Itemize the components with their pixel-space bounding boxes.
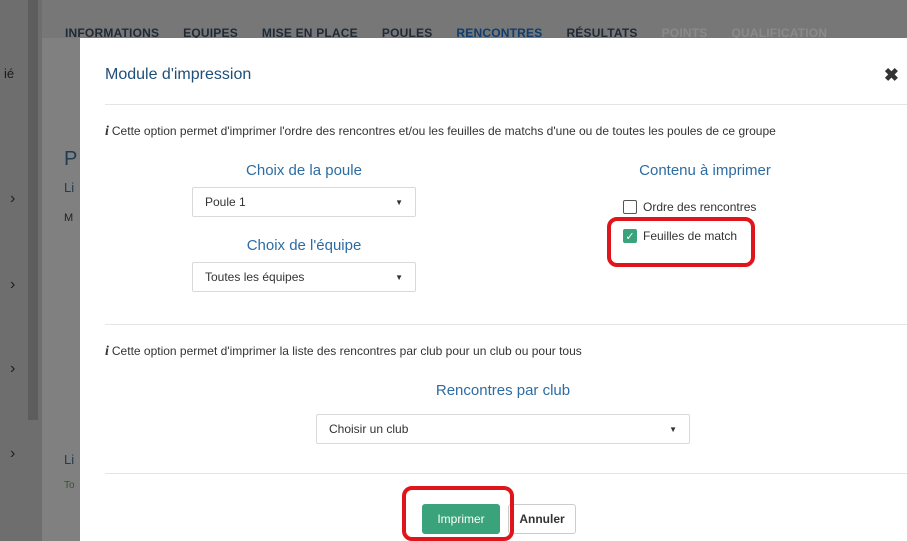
print-modal: Module d'impression ✖ i Cette option perm… bbox=[80, 38, 907, 541]
divider bbox=[105, 473, 907, 474]
background-text-partial: To bbox=[64, 480, 75, 491]
info-icon: i bbox=[105, 124, 109, 139]
chevron-right-icon[interactable]: › bbox=[10, 276, 15, 294]
chevron-right-icon[interactable]: › bbox=[10, 445, 15, 463]
divider bbox=[105, 104, 907, 105]
caret-down-icon: ▼ bbox=[395, 197, 403, 207]
background-text-partial: Li bbox=[64, 452, 75, 467]
info-text: Cette option permet d'imprimer la liste … bbox=[111, 344, 582, 358]
equipe-select-value: Toutes les équipes bbox=[205, 270, 305, 284]
close-icon[interactable]: ✖ bbox=[884, 65, 899, 86]
option-order-label[interactable]: Ordre des rencontres bbox=[643, 200, 756, 214]
poule-heading: Choix de la poule bbox=[246, 162, 362, 179]
club-select[interactable]: Choisir un club ▼ bbox=[316, 414, 690, 444]
equipe-heading: Choix de l'équipe bbox=[246, 237, 362, 254]
club-select-placeholder: Choisir un club bbox=[329, 422, 409, 436]
club-heading: Rencontres par club bbox=[435, 382, 571, 399]
caret-down-icon: ▼ bbox=[395, 272, 403, 282]
info-icon: i bbox=[105, 344, 109, 359]
chevron-right-icon[interactable]: › bbox=[10, 360, 15, 378]
cancel-button[interactable]: Annuler bbox=[508, 504, 576, 534]
background-text-partial: Li bbox=[64, 180, 75, 195]
poule-select[interactable]: Poule 1 ▼ bbox=[192, 187, 416, 217]
caret-down-icon: ▼ bbox=[669, 424, 677, 434]
background-scrollbar[interactable] bbox=[28, 0, 38, 420]
modal-title: Module d'impression bbox=[105, 66, 252, 83]
background-text-partial: M bbox=[64, 212, 74, 224]
option-order-row[interactable]: Ordre des rencontres bbox=[623, 200, 756, 214]
background-heading-partial: P bbox=[64, 148, 78, 170]
divider bbox=[105, 324, 907, 325]
poule-select-value: Poule 1 bbox=[205, 195, 246, 209]
info-line-clubs: i Cette option permet d'imprimer la liste… bbox=[105, 344, 582, 360]
highlight-box bbox=[402, 486, 514, 541]
info-line-groups: i Cette option permet d'imprimer l'ordre … bbox=[105, 124, 776, 140]
chevron-right-icon[interactable]: › bbox=[10, 190, 15, 208]
equipe-select[interactable]: Toutes les équipes ▼ bbox=[192, 262, 416, 292]
content-heading: Contenu à imprimer bbox=[639, 162, 771, 179]
highlight-box bbox=[607, 217, 755, 267]
order-checkbox[interactable] bbox=[623, 200, 637, 214]
info-text: Cette option permet d'imprimer l'ordre d… bbox=[111, 124, 776, 138]
sidebar-partial-text: ié bbox=[4, 66, 15, 81]
